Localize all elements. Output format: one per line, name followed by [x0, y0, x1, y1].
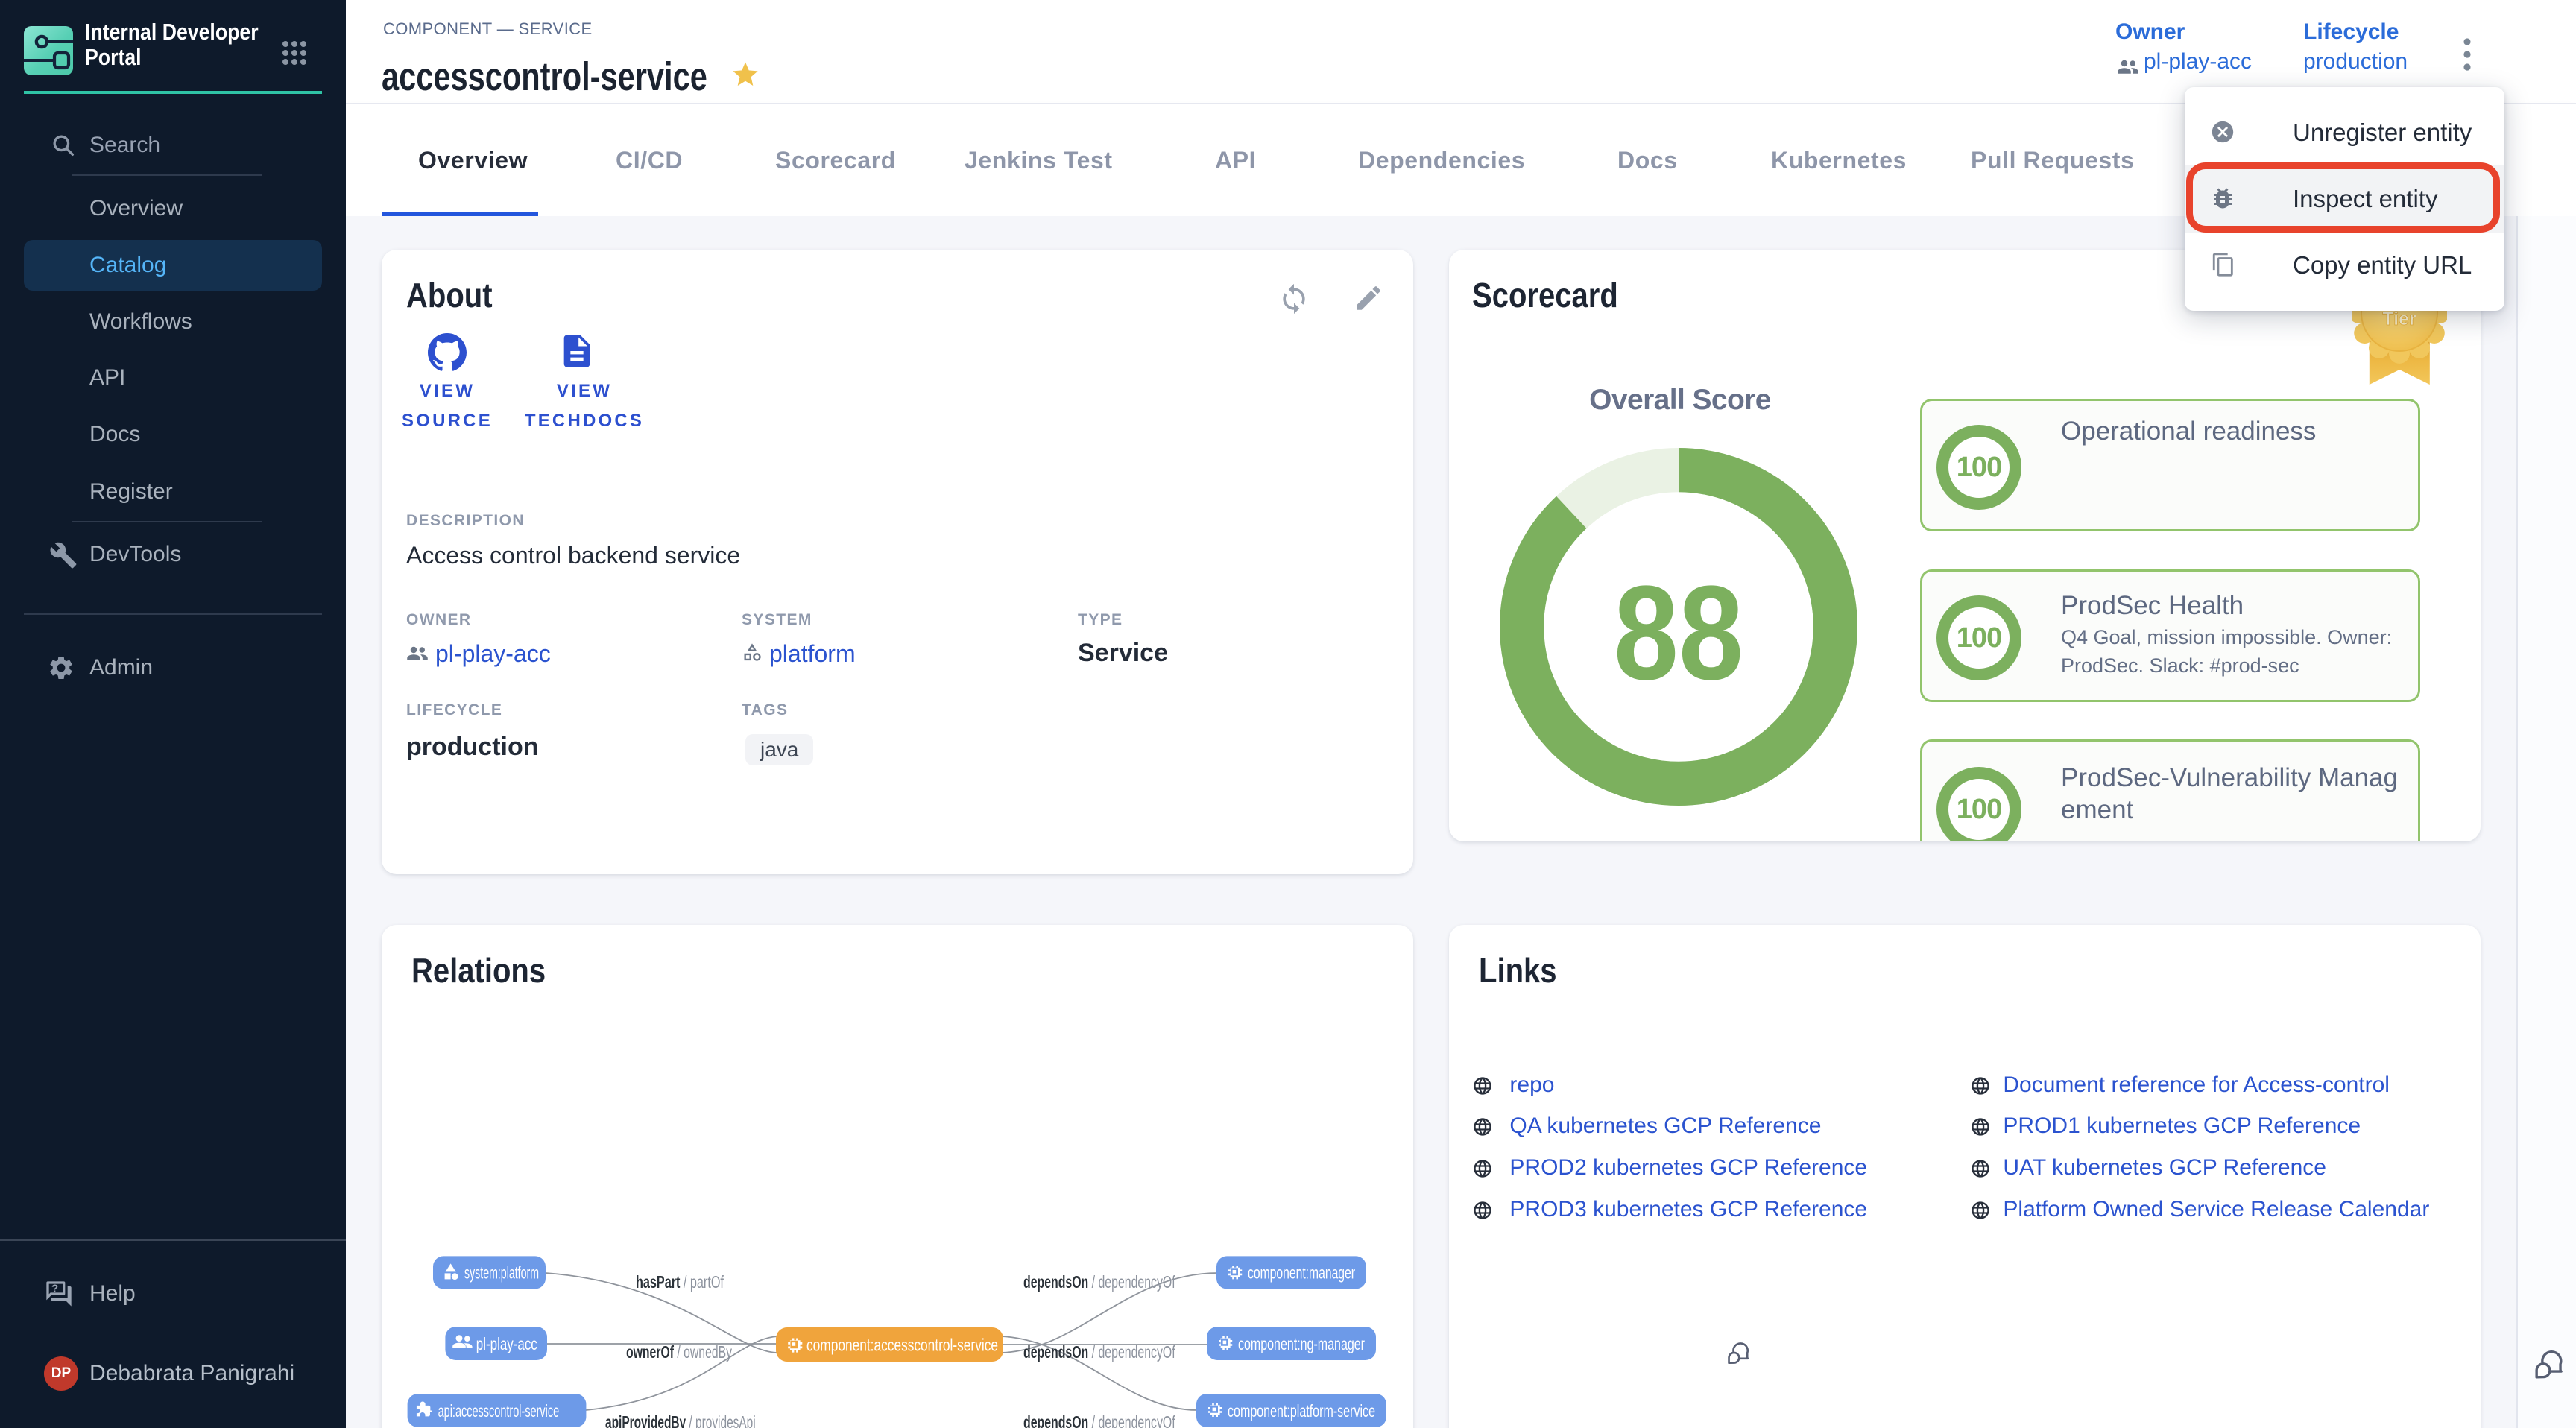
- svg-text:dependsOn / dependencyOf: dependsOn / dependencyOf: [1023, 1273, 1175, 1292]
- svg-text:?: ?: [51, 1283, 58, 1295]
- svg-text:ownerOf / ownedBy: ownerOf / ownedBy: [626, 1343, 732, 1362]
- svg-text:system:platform: system:platform: [464, 1263, 539, 1283]
- svg-text:component:accesscontrol-servic: component:accesscontrol-service: [806, 1336, 998, 1355]
- svg-text:component:manager: component:manager: [1248, 1263, 1355, 1283]
- svg-text:Tier: Tier: [2382, 309, 2416, 329]
- svg-text:hasPart / partOf: hasPart / partOf: [636, 1273, 724, 1292]
- svg-text:component:ng-manager: component:ng-manager: [1238, 1334, 1365, 1353]
- svg-text:component:platform-service: component:platform-service: [1228, 1401, 1375, 1421]
- svg-text:dependsOn / dependencyOf: dependsOn / dependencyOf: [1023, 1413, 1175, 1428]
- svg-text:dependsOn / dependencyOf: dependsOn / dependencyOf: [1023, 1343, 1175, 1362]
- svg-text:api:accesscontrol-service: api:accesscontrol-service: [438, 1401, 560, 1421]
- svg-text:pl-play-acc: pl-play-acc: [476, 1334, 537, 1353]
- svg-text:apiProvidedBy / providesApi: apiProvidedBy / providesApi: [605, 1413, 756, 1428]
